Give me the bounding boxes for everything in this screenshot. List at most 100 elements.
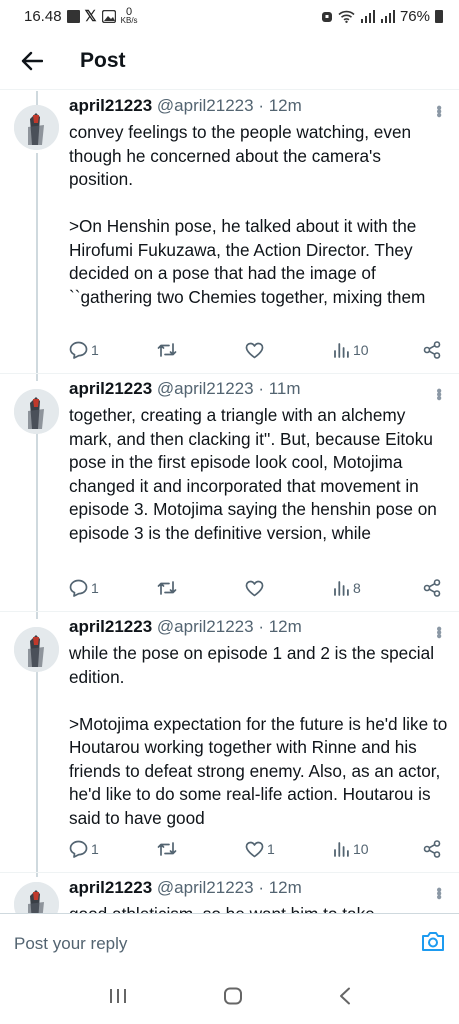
post-actions: 1 8 [69, 579, 441, 597]
reply-button[interactable]: 1 [69, 579, 119, 597]
author-handle[interactable]: @april21223 [157, 96, 254, 115]
post-text: convey feelings to the people watching, … [69, 122, 426, 307]
avatar[interactable] [14, 882, 59, 913]
thread-post[interactable]: april21223 @april21223 · 12m ••• good at… [0, 873, 459, 913]
like-button[interactable] [245, 342, 295, 359]
x-app-icon: 𝕏 [84, 8, 97, 25]
avatar[interactable] [14, 389, 59, 434]
heart-icon [245, 580, 264, 596]
system-nav-bar [0, 973, 459, 1024]
views-button[interactable]: 10 [333, 841, 383, 857]
status-right: 76% [321, 8, 443, 25]
reply-icon [69, 579, 88, 597]
views-button[interactable]: 8 [333, 580, 383, 596]
thread-post[interactable]: april21223 @april21223 · 11m ••• togethe… [0, 374, 459, 612]
alarm-icon [321, 11, 332, 22]
heart-icon [245, 342, 264, 358]
post-text: good athleticism, so he want him to take [69, 903, 449, 913]
heart-icon [245, 841, 264, 857]
recent-apps-button[interactable] [108, 988, 128, 1009]
author-handle[interactable]: @april21223 [157, 617, 254, 636]
thread-post[interactable]: april21223 @april21223 · 12m ••• convey … [0, 91, 459, 374]
share-icon [423, 341, 441, 359]
share-button[interactable] [421, 840, 441, 858]
post-actions: 1 1 10 [69, 840, 441, 858]
author-handle[interactable]: @april21223 [157, 379, 254, 398]
avatar-image [14, 389, 59, 434]
arrow-left-icon [21, 51, 43, 70]
share-button[interactable] [421, 341, 441, 359]
like-button[interactable]: 1 [245, 841, 295, 858]
reply-icon [69, 341, 88, 359]
post-time[interactable]: · 12m [258, 617, 301, 636]
reply-count: 1 [91, 841, 99, 857]
post-time[interactable]: · 12m [258, 878, 301, 897]
wifi-icon [338, 10, 355, 23]
signal-icon-1 [360, 9, 375, 23]
post-actions: 1 10 [69, 341, 441, 359]
avatar[interactable] [14, 627, 59, 672]
status-left: 16.48 𝕏 0 KB/s [24, 7, 138, 26]
share-icon [423, 579, 441, 597]
net-speed: 0 KB/s [121, 7, 138, 25]
repost-button[interactable] [157, 342, 207, 358]
author-name[interactable]: april21223 [69, 379, 152, 398]
reply-button[interactable]: 1 [69, 840, 119, 858]
like-button[interactable] [245, 580, 295, 597]
views-icon [334, 842, 349, 857]
post-time[interactable]: · 11m [258, 379, 300, 398]
reply-input[interactable]: Post your reply [14, 934, 127, 954]
signal-icon-2 [380, 9, 395, 23]
repost-icon [157, 581, 177, 595]
home-icon [223, 987, 242, 1005]
avatar-image [14, 105, 59, 150]
post-time[interactable]: · 12m [258, 96, 301, 115]
back-button[interactable] [0, 32, 64, 90]
views-button[interactable]: 10 [333, 342, 383, 358]
more-options-button[interactable]: ••• [430, 105, 447, 116]
battery-percent: 76% [399, 7, 430, 25]
reply-bar: Post your reply [0, 913, 459, 973]
chevron-left-icon [339, 987, 350, 1005]
more-options-button[interactable]: ••• [430, 887, 447, 898]
author-name[interactable]: april21223 [69, 878, 152, 897]
share-button[interactable] [421, 579, 441, 597]
status-bar: 16.48 𝕏 0 KB/s 76% [0, 0, 459, 32]
views-icon [334, 343, 349, 358]
repost-button[interactable] [157, 841, 207, 857]
views-count: 10 [353, 841, 369, 857]
reply-count: 1 [91, 342, 99, 358]
thread-post[interactable]: april21223 @april21223 · 12m ••• while t… [0, 612, 459, 873]
notification-icon [66, 9, 80, 23]
post-text: together, creating a triangle with an al… [69, 405, 442, 543]
repost-icon [157, 343, 177, 357]
author-name[interactable]: april21223 [69, 617, 152, 636]
page-title: Post [80, 48, 126, 72]
recent-apps-icon [109, 989, 126, 1003]
repost-icon [157, 842, 177, 856]
reply-count: 1 [91, 580, 99, 596]
reply-icon [69, 840, 88, 858]
post-header: april21223 @april21223 · 12m [69, 96, 302, 116]
post-header: april21223 @april21223 · 11m [69, 379, 301, 399]
camera-icon [422, 931, 444, 951]
like-count: 1 [267, 841, 275, 857]
back-nav-button[interactable] [338, 987, 352, 1010]
more-options-button[interactable]: ••• [430, 388, 447, 399]
author-name[interactable]: april21223 [69, 96, 152, 115]
avatar[interactable] [14, 105, 59, 150]
more-options-button[interactable]: ••• [430, 626, 447, 637]
views-count: 8 [353, 580, 361, 596]
reply-button[interactable]: 1 [69, 341, 119, 359]
status-time: 16.48 [24, 7, 62, 25]
home-button[interactable] [223, 987, 243, 1010]
thread-feed[interactable]: april21223 @april21223 · 12m ••• convey … [0, 91, 459, 913]
author-handle[interactable]: @april21223 [157, 878, 254, 897]
net-speed-unit: KB/s [120, 16, 138, 25]
post-text: while the pose on episode 1 and 2 is the… [69, 643, 448, 828]
app-header: Post [0, 32, 459, 90]
image-notification-icon [101, 9, 116, 23]
camera-button[interactable] [421, 931, 445, 957]
share-icon [423, 840, 441, 858]
repost-button[interactable] [157, 580, 207, 596]
